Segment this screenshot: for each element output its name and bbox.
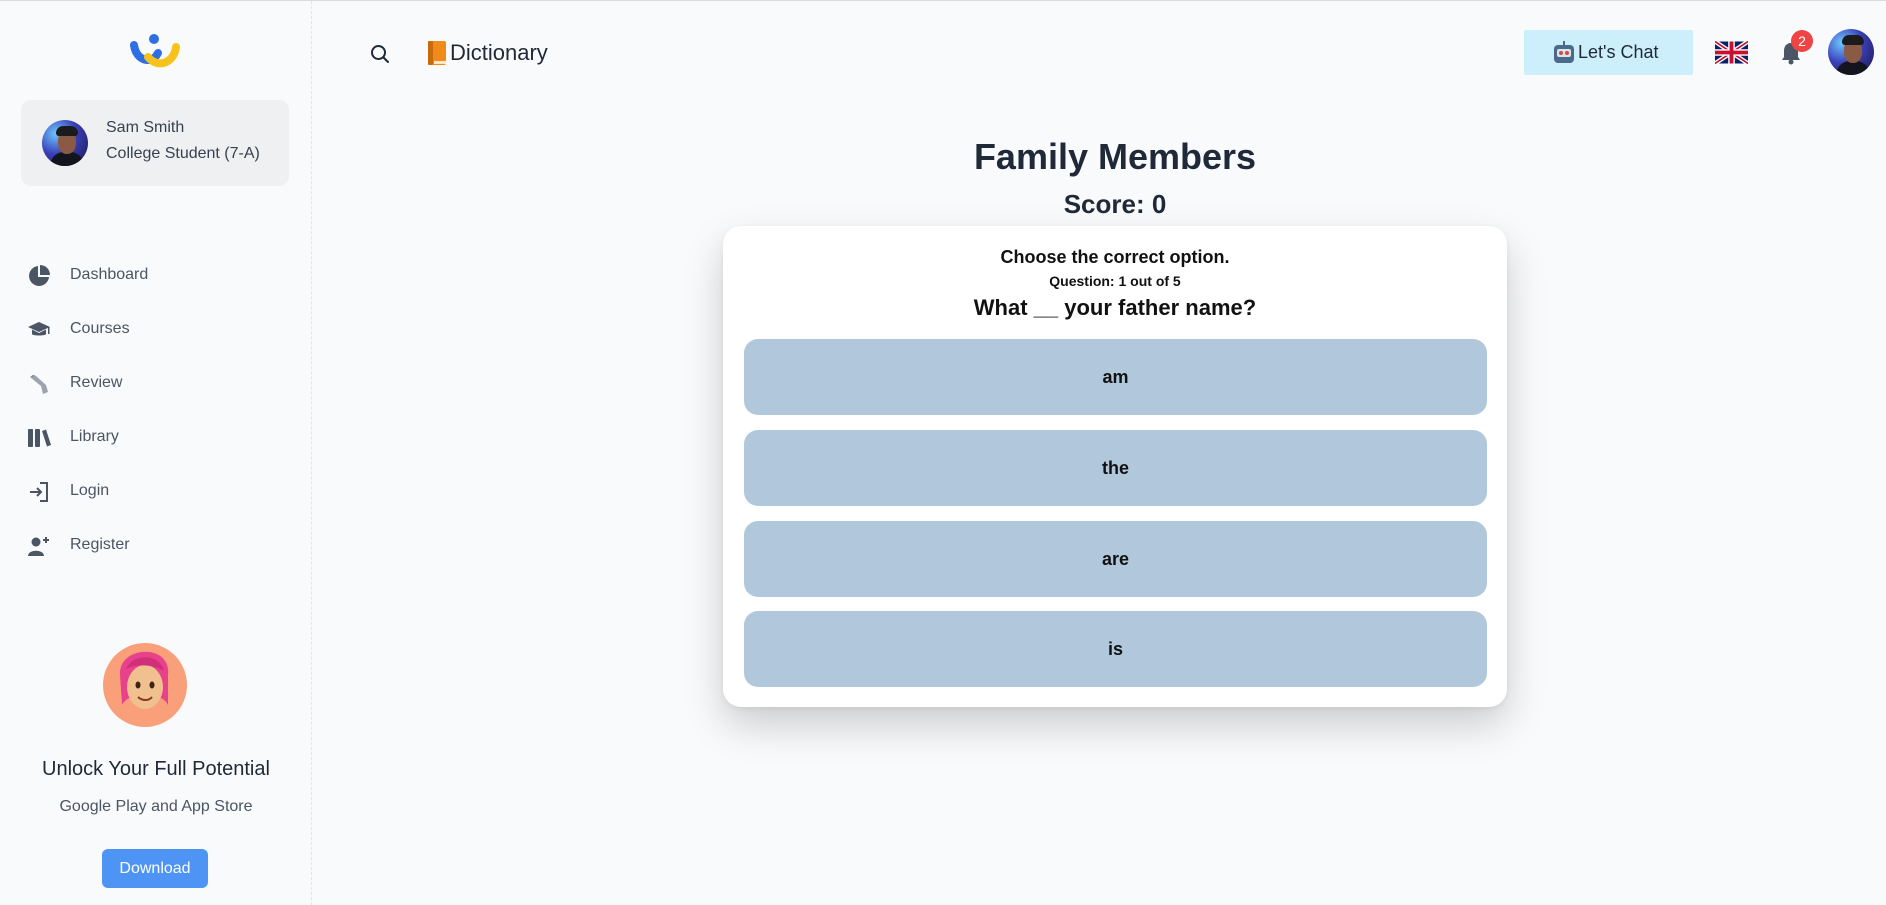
answer-option[interactable]: is xyxy=(744,611,1487,687)
quiz-instruction: Choose the correct option. xyxy=(1000,247,1230,267)
profile-role: College Student (7-A) xyxy=(106,145,260,162)
sidebar-item-login[interactable]: Login xyxy=(0,464,312,518)
answer-option[interactable]: the xyxy=(744,430,1487,506)
books-icon xyxy=(28,429,51,447)
mascot-illustration xyxy=(103,643,187,727)
lets-chat-button[interactable]: Let's Chat xyxy=(1524,30,1693,75)
question-text: What __ your father name? xyxy=(973,295,1257,320)
sidebar-item-register[interactable]: Register xyxy=(0,518,312,572)
avatar xyxy=(42,120,88,166)
search-icon[interactable] xyxy=(369,43,391,65)
add-user-icon xyxy=(28,537,49,556)
pie-chart-icon xyxy=(29,265,50,286)
sidebar-item-dashboard[interactable]: Dashboard xyxy=(0,248,312,302)
dictionary-label: Dictionary xyxy=(450,40,548,65)
promo-title: Unlock Your Full Potential xyxy=(42,758,270,780)
lets-chat-label: Let's Chat xyxy=(1578,42,1659,62)
sidebar-item-review[interactable]: Review xyxy=(0,356,312,410)
answer-option[interactable]: are xyxy=(744,521,1487,597)
robot-icon xyxy=(1554,40,1574,63)
user-avatar[interactable] xyxy=(1828,29,1874,75)
sidebar-nav: Dashboard Courses Review Library Login R… xyxy=(0,248,312,572)
hand-icon xyxy=(30,375,48,394)
sidebar-item-label: Register xyxy=(70,536,130,553)
promo-subtitle: Google Play and App Store xyxy=(59,798,253,815)
graduation-cap-icon xyxy=(28,322,50,336)
sidebar-item-label: Login xyxy=(70,482,110,499)
download-button[interactable]: Download xyxy=(102,849,208,888)
notification-badge: 2 xyxy=(1791,30,1813,52)
sidebar-item-label: Review xyxy=(70,374,123,391)
quiz-score: Score: 0 xyxy=(1063,189,1167,219)
question-progress: Question: 1 out of 5 xyxy=(1049,273,1181,289)
dictionary-link[interactable]: Dictionary xyxy=(425,38,548,68)
quiz-card: Choose the correct option. Question: 1 o… xyxy=(723,226,1507,707)
sidebar-item-label: Library xyxy=(70,428,119,445)
quiz-title: Family Members xyxy=(973,136,1257,177)
uk-flag-icon[interactable] xyxy=(1715,41,1748,64)
book-icon xyxy=(428,41,446,65)
profile-card[interactable]: Sam Smith College Student (7-A) xyxy=(21,100,289,186)
sidebar: Sam Smith College Student (7-A) Dashboar… xyxy=(0,1,312,905)
sidebar-item-label: Dashboard xyxy=(70,266,149,283)
answer-option[interactable]: am xyxy=(744,339,1487,415)
sidebar-item-label: Courses xyxy=(70,320,130,337)
profile-name: Sam Smith xyxy=(106,119,185,136)
app-logo-icon[interactable] xyxy=(130,31,180,71)
sidebar-item-courses[interactable]: Courses xyxy=(0,302,312,356)
login-icon xyxy=(30,482,48,502)
sidebar-item-library[interactable]: Library xyxy=(0,410,312,464)
